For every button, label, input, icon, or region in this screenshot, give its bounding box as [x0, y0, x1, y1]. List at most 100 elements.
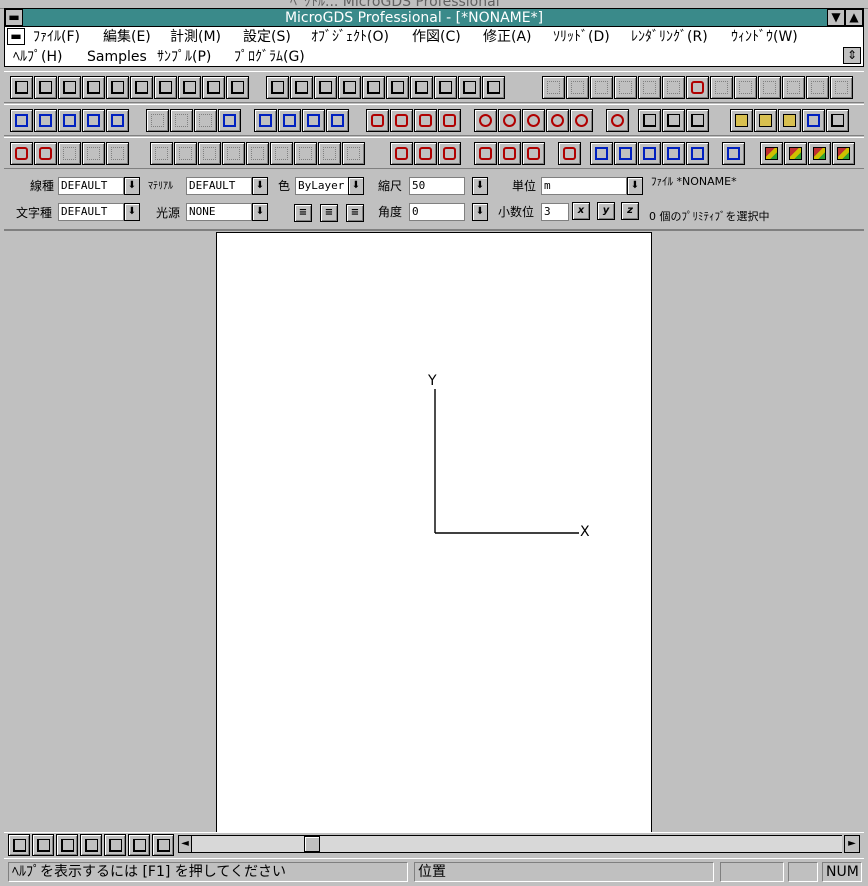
menu-settings[interactable]: 設定(S): [243, 28, 291, 46]
material-select[interactable]: DEFAULT: [186, 177, 252, 195]
modify-tool-icon[interactable]: [270, 142, 293, 165]
dimension-icon[interactable]: [410, 76, 433, 99]
pen-icon[interactable]: [758, 76, 781, 99]
pen-icon[interactable]: [782, 76, 805, 99]
angle-field[interactable]: 0: [409, 203, 465, 221]
rotate-icon[interactable]: [178, 76, 201, 99]
solid-tool-icon[interactable]: [662, 76, 685, 99]
scale-field[interactable]: 50: [409, 177, 465, 195]
rectangle-icon[interactable]: [218, 109, 241, 132]
light-select[interactable]: NONE: [186, 203, 252, 221]
arc-icon[interactable]: [414, 109, 437, 132]
scale-icon[interactable]: [130, 76, 153, 99]
window-view-icon[interactable]: [128, 834, 150, 856]
textstyle-select[interactable]: DEFAULT: [58, 203, 124, 221]
modify-tool-icon[interactable]: [150, 142, 173, 165]
light-dropdown-icon[interactable]: ⬇: [252, 203, 268, 221]
array-icon[interactable]: [106, 142, 129, 165]
scroll-right-button[interactable]: ►: [844, 835, 860, 853]
dimension-icon[interactable]: [338, 76, 361, 99]
modify-tool-icon[interactable]: [198, 142, 221, 165]
cut-icon[interactable]: [146, 109, 169, 132]
title-bar[interactable]: ▬ MicroGDS Professional - [*NONAME*] ▼ ▲: [4, 8, 864, 27]
zoom-icon[interactable]: [80, 834, 102, 856]
x-axis-button[interactable]: x: [572, 202, 590, 220]
hatch-icon[interactable]: [34, 142, 57, 165]
layer-icon[interactable]: [8, 834, 30, 856]
circle-icon[interactable]: [546, 109, 569, 132]
hatch-icon[interactable]: [686, 76, 709, 99]
menu-samples[interactable]: Samples: [87, 48, 147, 66]
solid-tool-icon[interactable]: [710, 76, 733, 99]
light-icon[interactable]: [808, 142, 831, 165]
pen-icon[interactable]: [830, 76, 853, 99]
arc-icon[interactable]: [366, 109, 389, 132]
dimension-icon[interactable]: [434, 76, 457, 99]
modify-tool-icon[interactable]: [294, 142, 317, 165]
fillet-icon[interactable]: [686, 142, 709, 165]
save-icon[interactable]: [802, 109, 825, 132]
scale-dropdown-icon[interactable]: ⬇: [472, 177, 488, 195]
fillet-icon[interactable]: [662, 142, 685, 165]
linetype-dropdown-icon[interactable]: ⬇: [124, 177, 140, 195]
color-dropdown-icon[interactable]: ⬇: [348, 177, 364, 195]
menu-rendering[interactable]: ﾚﾝﾀﾞﾘﾝｸﾞ(R): [631, 28, 708, 46]
menu-window[interactable]: ｳｨﾝﾄﾞｳ(W): [731, 28, 798, 46]
render-icon[interactable]: [722, 142, 745, 165]
measure-tool-icon[interactable]: [82, 76, 105, 99]
material-dropdown-icon[interactable]: ⬇: [252, 177, 268, 195]
dimension-icon[interactable]: [386, 76, 409, 99]
measure-tool-icon[interactable]: [106, 76, 129, 99]
rectangle-icon[interactable]: [558, 142, 581, 165]
rectangle-icon[interactable]: [106, 109, 129, 132]
modify-tool-icon[interactable]: [174, 142, 197, 165]
polygon-icon[interactable]: [302, 109, 325, 132]
line-tool-icon[interactable]: [438, 142, 461, 165]
document-restore-button[interactable]: ⇕: [843, 47, 861, 64]
angle-dimension-icon[interactable]: [314, 76, 337, 99]
array-icon[interactable]: [58, 142, 81, 165]
solid-tool-icon[interactable]: [614, 76, 637, 99]
menu-file[interactable]: ﾌｧｲﾙ(F): [33, 28, 80, 46]
pan-icon[interactable]: [56, 834, 78, 856]
rounded-rect-icon[interactable]: [662, 109, 685, 132]
unit-dropdown-icon[interactable]: ⬇: [627, 177, 643, 195]
unit-select[interactable]: m: [541, 177, 627, 195]
rounded-rect-icon[interactable]: [686, 109, 709, 132]
3d-view-icon[interactable]: [152, 834, 174, 856]
triangle-icon[interactable]: [254, 109, 277, 132]
circle-icon[interactable]: [522, 109, 545, 132]
textstyle-dropdown-icon[interactable]: ⬇: [124, 203, 140, 221]
zoom-extents-icon[interactable]: [104, 834, 126, 856]
menu-object[interactable]: ｵﾌﾞｼﾞｪｸﾄ(O): [311, 28, 389, 46]
fillet-icon[interactable]: [638, 142, 661, 165]
solid-tool-icon[interactable]: [542, 76, 565, 99]
modify-tool-icon[interactable]: [222, 142, 245, 165]
open-folder-icon[interactable]: [754, 109, 777, 132]
minimize-button[interactable]: ▼: [827, 9, 845, 26]
print-icon[interactable]: [826, 109, 849, 132]
circle-icon[interactable]: [474, 109, 497, 132]
parallel-line-icon[interactable]: [474, 142, 497, 165]
decimals-field[interactable]: 3: [541, 203, 569, 221]
horizontal-scroll-track[interactable]: [192, 835, 842, 853]
fillet-icon[interactable]: [614, 142, 637, 165]
align-right-icon[interactable]: ≡: [346, 204, 364, 222]
light-icon[interactable]: [784, 142, 807, 165]
solid-tool-icon[interactable]: [590, 76, 613, 99]
dimension-icon[interactable]: [290, 76, 313, 99]
menu-modify[interactable]: 修正(A): [483, 28, 532, 46]
arc-icon[interactable]: [438, 109, 461, 132]
polygon-icon[interactable]: [326, 109, 349, 132]
edit-tool-icon[interactable]: [194, 109, 217, 132]
angle-dropdown-icon[interactable]: ⬇: [472, 203, 488, 221]
line-tool-icon[interactable]: [390, 142, 413, 165]
scroll-thumb[interactable]: [304, 836, 320, 852]
solid-tool-icon[interactable]: [566, 76, 589, 99]
rectangle-icon[interactable]: [82, 109, 105, 132]
document-system-menu-icon[interactable]: ▬: [7, 28, 25, 45]
open-folder-icon[interactable]: [778, 109, 801, 132]
circle-icon[interactable]: [570, 109, 593, 132]
measure-tool-icon[interactable]: [34, 76, 57, 99]
dimension-icon[interactable]: [482, 76, 505, 99]
